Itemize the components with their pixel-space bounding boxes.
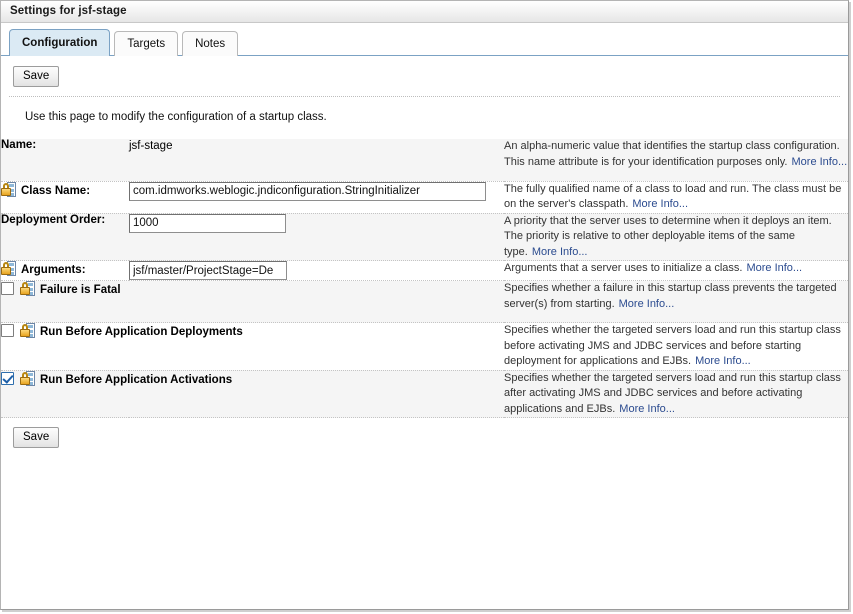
run-before-deployments-label: Run Before Application Deployments [40, 326, 243, 338]
more-info-link-class-name[interactable]: More Info... [628, 198, 688, 210]
configuration-form: Name: jsf-stage An alpha-numeric value t… [1, 139, 848, 418]
lock-icon [20, 323, 35, 338]
tab-notes[interactable]: Notes [182, 31, 238, 56]
tab-targets-label: Targets [127, 38, 165, 50]
table-row-failure-is-fatal: Failure is Fatal Specifies whether a fai… [1, 281, 848, 323]
run-before-activations-checkbox[interactable] [1, 372, 14, 385]
run-before-activations-description-cell: Specifies whether the targeted servers l… [504, 370, 848, 418]
bottom-toolbar: Save [1, 418, 848, 448]
more-info-link-run-before-activations[interactable]: More Info... [615, 403, 675, 415]
table-row-deployment-order: Deployment Order: A priority that the se… [1, 213, 848, 261]
arguments-label-cell: Arguments: [1, 261, 129, 281]
name-value: jsf-stage [129, 139, 172, 152]
top-toolbar: Save [1, 56, 848, 96]
failure-is-fatal-label: Failure is Fatal [40, 284, 121, 296]
settings-panel: Settings for jsf-stage Configuration Tar… [0, 0, 849, 610]
run-before-activations-cell: Run Before Application Activations [1, 370, 504, 418]
tab-configuration-label: Configuration [22, 37, 97, 49]
arguments-value-cell [129, 261, 504, 281]
table-row-run-before-activations: Run Before Application Activations Speci… [1, 370, 848, 418]
failure-is-fatal-cell: Failure is Fatal [1, 281, 504, 323]
lock-icon [1, 261, 16, 276]
arguments-label: Arguments: [21, 264, 86, 276]
run-before-deployments-cell: Run Before Application Deployments [1, 323, 504, 371]
arguments-input[interactable] [129, 261, 287, 280]
name-description-cell: An alpha-numeric value that identifies t… [504, 139, 848, 181]
lock-icon [20, 281, 35, 296]
window-title: Settings for jsf-stage [1, 1, 848, 23]
class-name-label-cell: Class Name: [1, 181, 129, 213]
more-info-link-failure-is-fatal[interactable]: More Info... [615, 298, 675, 310]
failure-is-fatal-description-cell: Specifies whether a failure in this star… [504, 281, 848, 323]
more-info-link-arguments[interactable]: More Info... [742, 262, 802, 274]
run-before-deployments-description: Specifies whether the targeted servers l… [504, 324, 841, 367]
table-row-arguments: Arguments: Arguments that a server uses … [1, 261, 848, 281]
deployment-order-input[interactable] [129, 214, 286, 233]
arguments-description-cell: Arguments that a server uses to initiali… [504, 261, 848, 281]
table-row-class-name: Class Name: The fully qualified name of … [1, 181, 848, 213]
page-description: Use this page to modify the configuratio… [1, 97, 848, 139]
tab-notes-label: Notes [195, 38, 225, 50]
save-button-bottom[interactable]: Save [13, 427, 59, 448]
class-name-label: Class Name: [21, 185, 90, 197]
deployment-order-value-cell [129, 213, 504, 261]
lock-icon [20, 371, 35, 386]
failure-is-fatal-checkbox[interactable] [1, 282, 14, 295]
deployment-order-description-cell: A priority that the server uses to deter… [504, 213, 848, 261]
lock-icon [1, 182, 16, 197]
save-button-top[interactable]: Save [13, 66, 59, 87]
run-before-activations-label: Run Before Application Activations [40, 374, 232, 386]
run-before-deployments-checkbox[interactable] [1, 324, 14, 337]
table-row-name: Name: jsf-stage An alpha-numeric value t… [1, 139, 848, 181]
name-label: Name: [1, 139, 129, 181]
deployment-order-label: Deployment Order: [1, 213, 129, 261]
table-row-run-before-deployments: Run Before Application Deployments Speci… [1, 323, 848, 371]
more-info-link-deployment-order[interactable]: More Info... [528, 246, 588, 258]
class-name-value-cell [129, 181, 504, 213]
tab-configuration[interactable]: Configuration [9, 29, 110, 56]
tab-bar: Configuration Targets Notes [1, 23, 848, 56]
run-before-deployments-description-cell: Specifies whether the targeted servers l… [504, 323, 848, 371]
more-info-link-run-before-deployments[interactable]: More Info... [691, 355, 751, 367]
tab-targets[interactable]: Targets [114, 31, 178, 56]
name-value-cell: jsf-stage [129, 139, 504, 181]
class-name-input[interactable] [129, 182, 486, 201]
class-name-description-cell: The fully qualified name of a class to l… [504, 181, 848, 213]
more-info-link-name[interactable]: More Info... [788, 156, 848, 168]
arguments-description: Arguments that a server uses to initiali… [504, 262, 742, 274]
